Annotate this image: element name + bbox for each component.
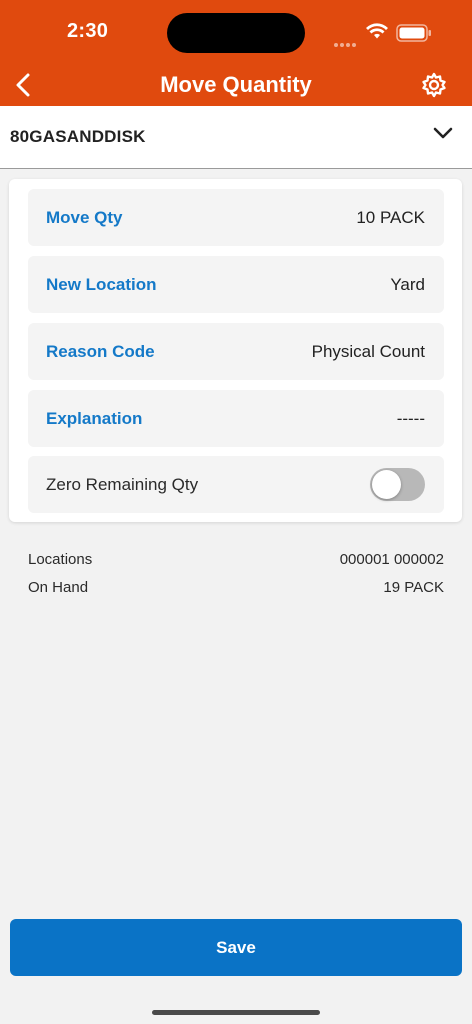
explanation-label: Explanation — [46, 409, 143, 428]
save-button[interactable]: Save — [10, 919, 462, 976]
new-location-value: Yard — [390, 275, 425, 294]
move-qty-label: Move Qty — [46, 208, 123, 227]
wifi-icon — [366, 23, 388, 39]
app-header: 2:30 Move Quantity — [0, 0, 472, 106]
page-title: Move Quantity — [160, 72, 312, 97]
battery-icon — [396, 24, 431, 42]
item-selector-value: 80GASANDDISK — [10, 127, 146, 146]
reason-code-label: Reason Code — [46, 342, 155, 361]
move-qty-row[interactable]: Move Qty 10 PACK — [28, 189, 444, 246]
toggle-knob — [372, 470, 401, 499]
home-indicator — [152, 1010, 320, 1015]
explanation-row[interactable]: Explanation ----- — [28, 390, 444, 447]
explanation-value: ----- — [396, 409, 425, 428]
new-location-label: New Location — [46, 275, 157, 294]
gear-icon[interactable] — [420, 71, 448, 99]
cellular-signal-icon — [334, 34, 358, 52]
dynamic-island — [167, 13, 305, 53]
move-qty-value: 10 PACK — [356, 208, 425, 227]
new-location-row[interactable]: New Location Yard — [28, 256, 444, 313]
locations-label: Locations — [28, 551, 93, 568]
zero-remaining-label: Zero Remaining Qty — [46, 475, 199, 494]
zero-remaining-row: Zero Remaining Qty — [28, 456, 444, 513]
zero-remaining-toggle[interactable] — [370, 468, 425, 501]
on-hand-label: On Hand — [28, 579, 89, 596]
chevron-down-icon[interactable] — [432, 126, 454, 140]
locations-value: 000001 000002 — [339, 551, 444, 568]
reason-code-value: Physical Count — [311, 342, 425, 361]
item-selector[interactable]: 80GASANDDISK — [0, 106, 472, 169]
on-hand-value: 19 PACK — [383, 579, 444, 596]
status-time: 2:30 — [67, 20, 109, 42]
reason-code-row[interactable]: Reason Code Physical Count — [28, 323, 444, 380]
